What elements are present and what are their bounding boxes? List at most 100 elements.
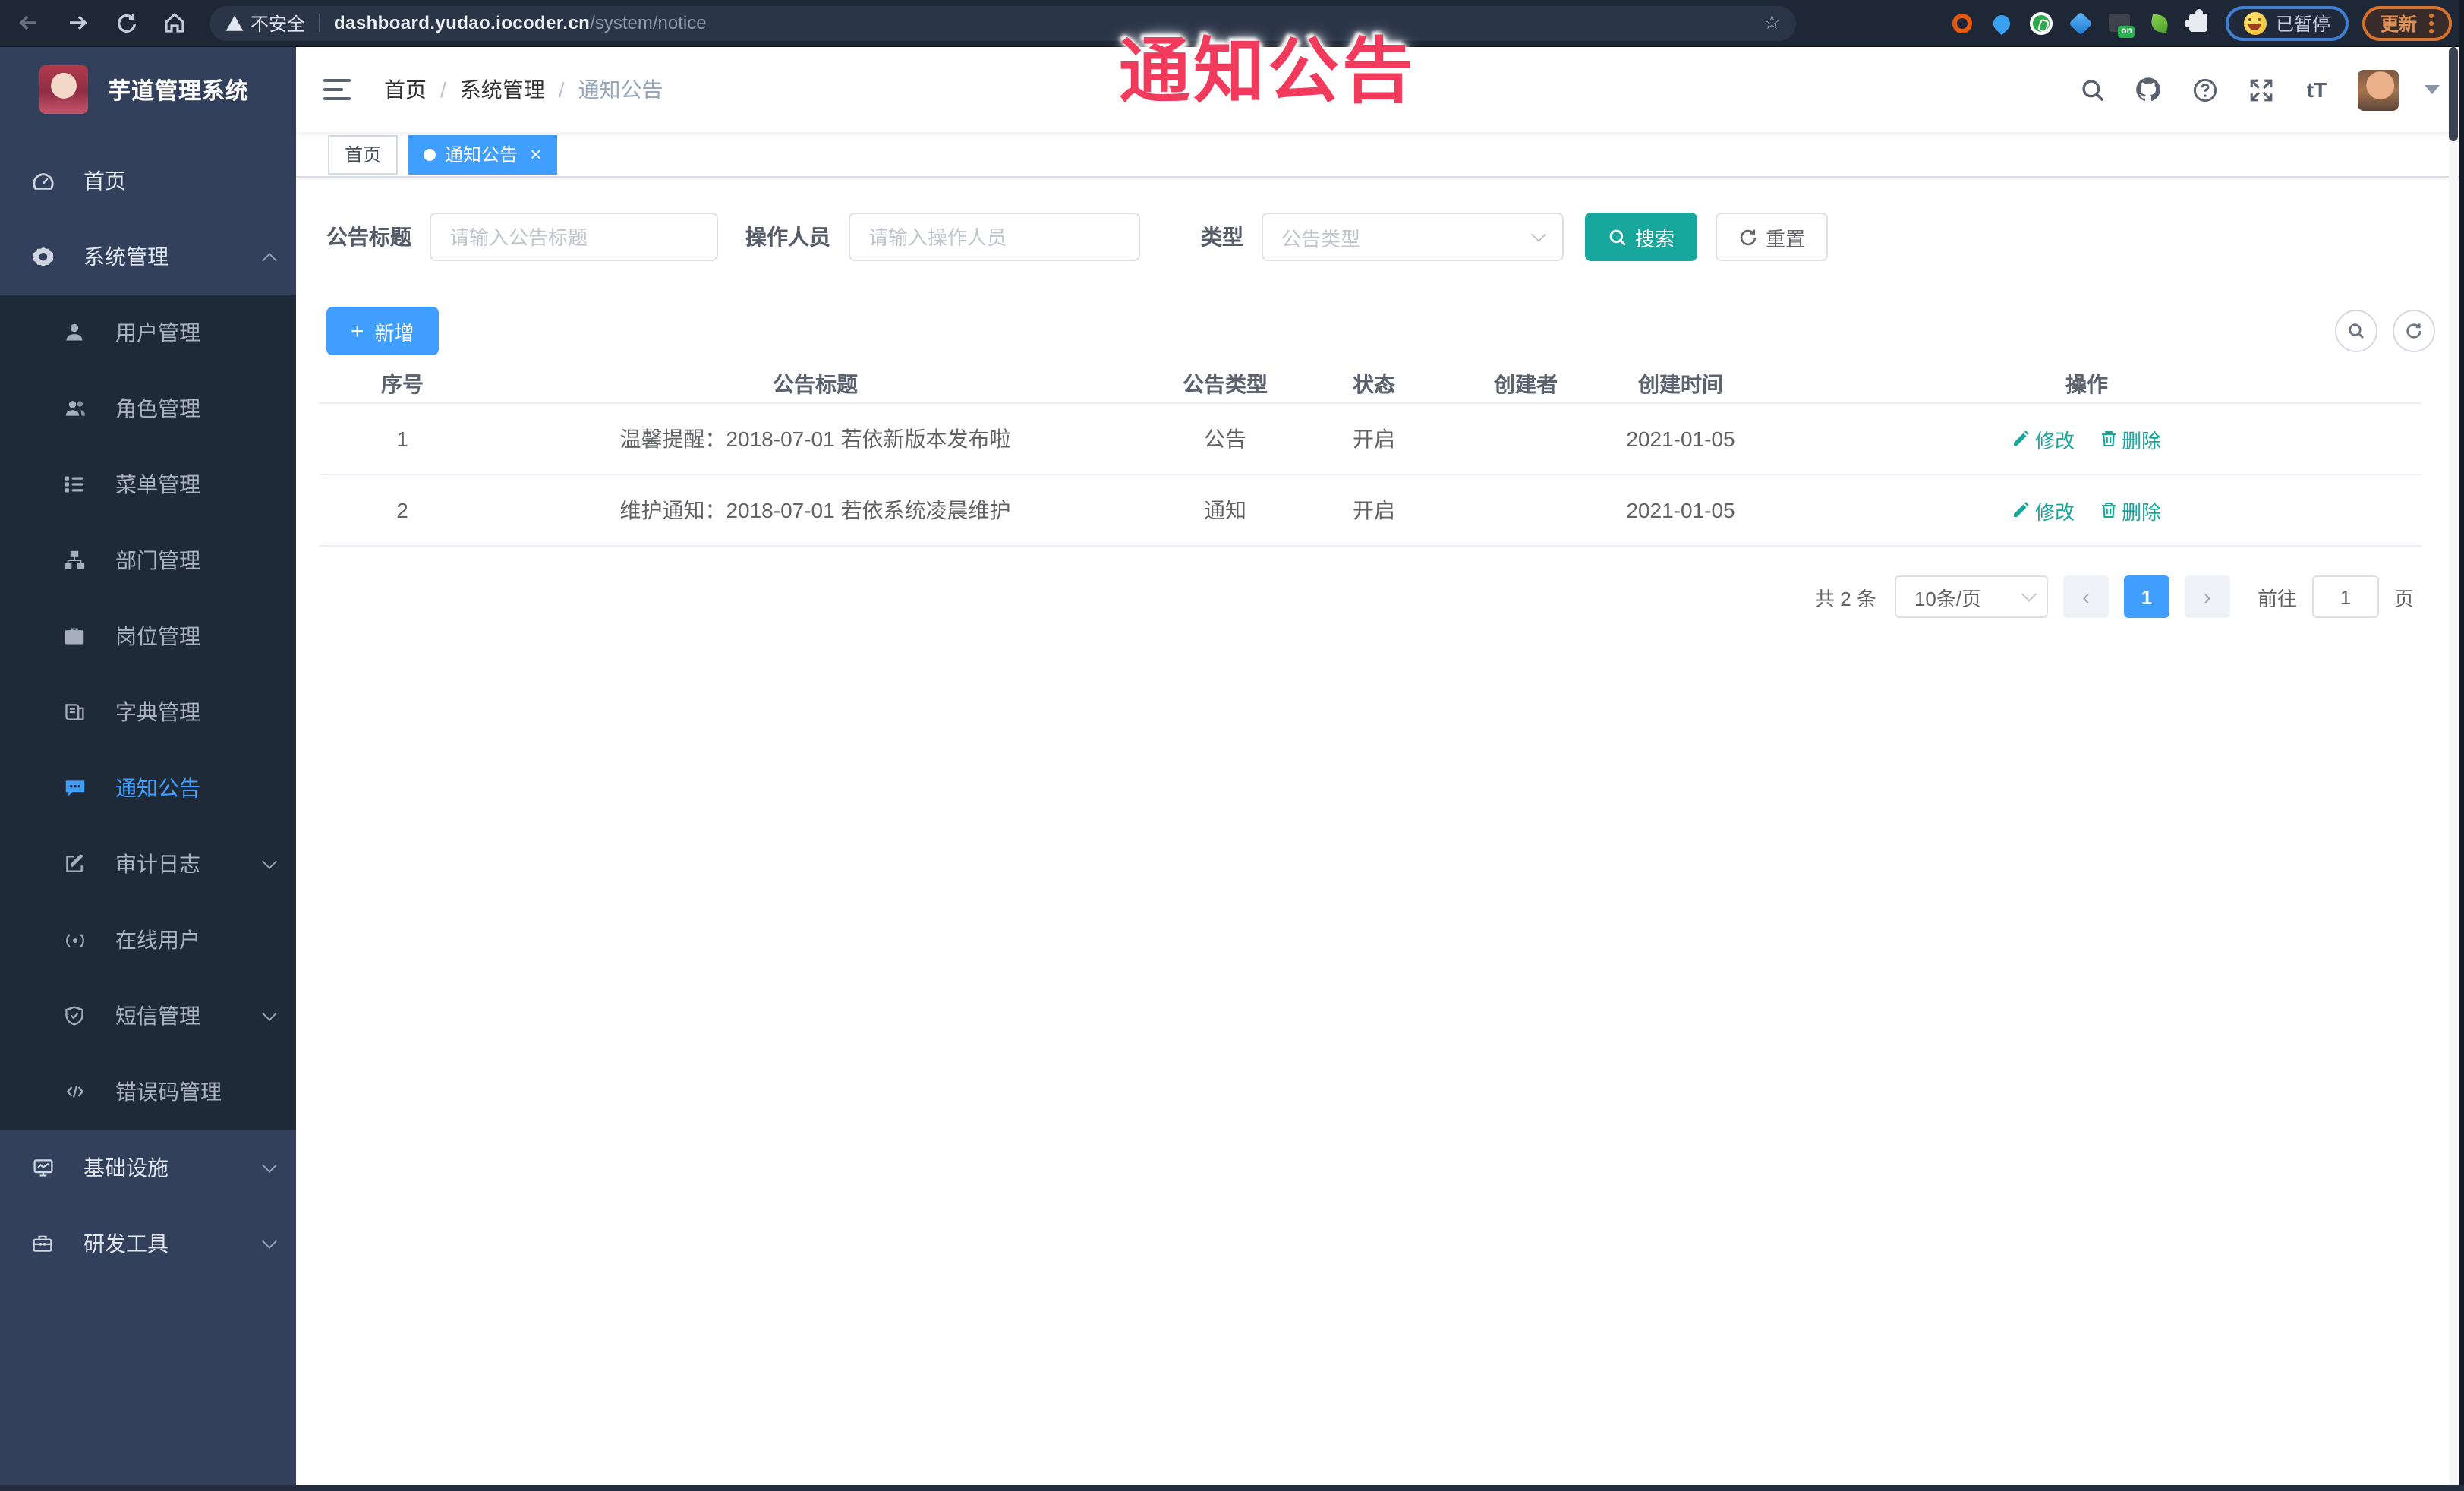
- browser-extensions-area: on 已暂停 更新: [1949, 5, 2464, 40]
- page-size-select[interactable]: 10条/页: [1894, 575, 2048, 618]
- chevron-down-icon: [2021, 587, 2037, 602]
- sidebar-item-menus[interactable]: 菜单管理: [0, 446, 296, 522]
- sidebar-toggle-icon[interactable]: [323, 79, 351, 100]
- table-tools: [2335, 310, 2435, 352]
- address-bar[interactable]: 不安全 dashboard.yudao.iocoder.cn /system/n…: [210, 5, 1796, 40]
- toggle-search-button[interactable]: [2335, 310, 2377, 352]
- sidebar-item-home[interactable]: 首页: [0, 143, 296, 219]
- help-icon[interactable]: [2189, 74, 2220, 105]
- toolbox-icon: [30, 1231, 55, 1256]
- window-bottom-edge: [0, 1485, 2464, 1491]
- chevron-down-icon: [262, 1158, 277, 1173]
- row-no: 1: [396, 427, 408, 451]
- edit-link-label: 修改: [2034, 429, 2075, 452]
- scrollbar-track[interactable]: [2449, 132, 2458, 1485]
- breadcrumb-system[interactable]: 系统管理: [460, 74, 545, 105]
- extension-green-circle-icon[interactable]: [2028, 10, 2054, 36]
- sidebar-item-notices[interactable]: 通知公告: [0, 750, 296, 826]
- table-toolbar: + 新增: [296, 307, 2464, 355]
- scrollbar-thumb[interactable]: [2449, 47, 2458, 141]
- sidebar-item-dicts[interactable]: 字典管理: [0, 674, 296, 750]
- extension-orange-ring-icon[interactable]: [1949, 10, 1975, 36]
- breadcrumb-separator: /: [440, 77, 446, 102]
- browser-forward-icon[interactable]: [58, 3, 97, 43]
- type-select-placeholder: 公告类型: [1281, 227, 1361, 250]
- sidebar-logo-row: 芋道管理系统: [0, 47, 296, 132]
- current-page-button[interactable]: 1: [2123, 575, 2169, 618]
- online-icon: [62, 928, 87, 952]
- tag-notices-active[interactable]: 通知公告 ×: [408, 134, 557, 174]
- extension-leaf-icon[interactable]: [2147, 10, 2173, 36]
- sidebar-item-online-users[interactable]: 在线用户: [0, 902, 296, 978]
- briefcase-icon: [62, 624, 87, 648]
- tag-home[interactable]: 首页: [328, 134, 399, 174]
- column-header: 公告类型: [1183, 371, 1268, 396]
- sidebar-item-error-codes[interactable]: 错误码管理: [0, 1054, 296, 1130]
- github-icon[interactable]: [2133, 74, 2163, 105]
- browser-update-button[interactable]: 更新: [2362, 5, 2452, 40]
- chevron-down-icon: [1531, 227, 1546, 242]
- extension-on-badge-icon[interactable]: on: [2107, 10, 2135, 38]
- sidebar-item-dev-tools[interactable]: 研发工具: [0, 1206, 296, 1281]
- app-title: 芋道管理系统: [108, 78, 250, 104]
- fullscreen-icon[interactable]: [2245, 74, 2276, 105]
- font-size-icon[interactable]: tT: [2302, 74, 2332, 105]
- sidebar-item-sms[interactable]: 短信管理: [0, 978, 296, 1054]
- bookmark-star-icon[interactable]: ☆: [1763, 11, 1781, 35]
- sidebar: 芋道管理系统 首页 系统管理 用户管理 角色管理 菜单管理 部门管理 岗位管理 …: [0, 47, 296, 1491]
- next-page-button[interactable]: ›: [2184, 575, 2230, 618]
- page-size-value: 10条/页: [1914, 587, 1982, 610]
- user-avatar[interactable]: [2358, 69, 2399, 110]
- sidebar-item-infra[interactable]: 基础设施: [0, 1130, 296, 1206]
- chevron-down-icon: [262, 1234, 277, 1249]
- sidebar-item-label: 短信管理: [115, 1004, 200, 1028]
- browser-reload-icon[interactable]: [106, 3, 146, 43]
- user-icon: [62, 320, 87, 345]
- column-header: 创建者: [1494, 371, 1558, 396]
- emoji-avatar-icon: [2243, 11, 2267, 34]
- sidebar-item-label: 基础设施: [83, 1155, 169, 1180]
- type-filter-select[interactable]: 公告类型: [1262, 213, 1564, 261]
- app-logo: [39, 65, 88, 114]
- table-header-row: 序号 公告标题 公告类型 状态 创建者 创建时间 操作: [319, 364, 2421, 404]
- column-header: 序号: [381, 371, 424, 396]
- delete-link[interactable]: 删除: [2099, 424, 2161, 453]
- sidebar-item-system[interactable]: 系统管理: [0, 219, 296, 295]
- add-button[interactable]: + 新增: [326, 307, 439, 355]
- table-row: 1 温馨提醒：2018-07-01 若依新版本发布啦 公告 开启 2021-01…: [319, 404, 2421, 475]
- refresh-button[interactable]: [2393, 310, 2435, 352]
- edit-link[interactable]: 修改: [2012, 424, 2075, 453]
- sidebar-item-roles[interactable]: 角色管理: [0, 370, 296, 446]
- title-filter-input[interactable]: [430, 213, 718, 261]
- breadcrumb-home[interactable]: 首页: [384, 74, 427, 105]
- sidebar-item-audit-logs[interactable]: 审计日志: [0, 826, 296, 902]
- operator-filter-input[interactable]: [849, 213, 1140, 261]
- not-secure-warning-icon[interactable]: 不安全: [225, 10, 305, 36]
- sidebar-item-posts[interactable]: 岗位管理: [0, 598, 296, 674]
- extensions-puzzle-icon[interactable]: [2185, 9, 2212, 36]
- extension-pin-icon[interactable]: [1989, 10, 2015, 36]
- browser-home-icon[interactable]: [155, 3, 194, 43]
- edit-link[interactable]: 修改: [2012, 496, 2075, 525]
- table-row: 2 维护通知：2018-07-01 若依系统凌晨维护 通知 开启 2021-01…: [319, 475, 2421, 547]
- sidebar-item-users[interactable]: 用户管理: [0, 295, 296, 370]
- goto-page-input[interactable]: [2311, 575, 2379, 618]
- chevron-down-icon: [262, 1006, 277, 1021]
- prev-page-button[interactable]: ‹: [2062, 575, 2109, 618]
- profile-paused-button[interactable]: 已暂停: [2225, 5, 2349, 40]
- avatar-caret-icon[interactable]: [2425, 85, 2440, 94]
- extension-gem-icon[interactable]: [2068, 10, 2094, 36]
- breadcrumb: 首页 / 系统管理 / 通知公告: [384, 74, 663, 105]
- sidebar-item-depts[interactable]: 部门管理: [0, 522, 296, 598]
- url-divider: [319, 14, 321, 32]
- search-icon[interactable]: [2077, 74, 2107, 105]
- search-button[interactable]: 搜索: [1585, 213, 1698, 261]
- monitor-chart-icon: [30, 1155, 55, 1180]
- reset-button[interactable]: 重置: [1716, 213, 1829, 261]
- browser-back-icon[interactable]: [9, 3, 49, 43]
- column-header: 创建时间: [1638, 371, 1723, 396]
- browser-menu-icon[interactable]: [2429, 13, 2434, 33]
- column-header: 公告标题: [773, 371, 858, 396]
- close-icon[interactable]: ×: [530, 144, 541, 164]
- delete-link[interactable]: 删除: [2099, 496, 2161, 525]
